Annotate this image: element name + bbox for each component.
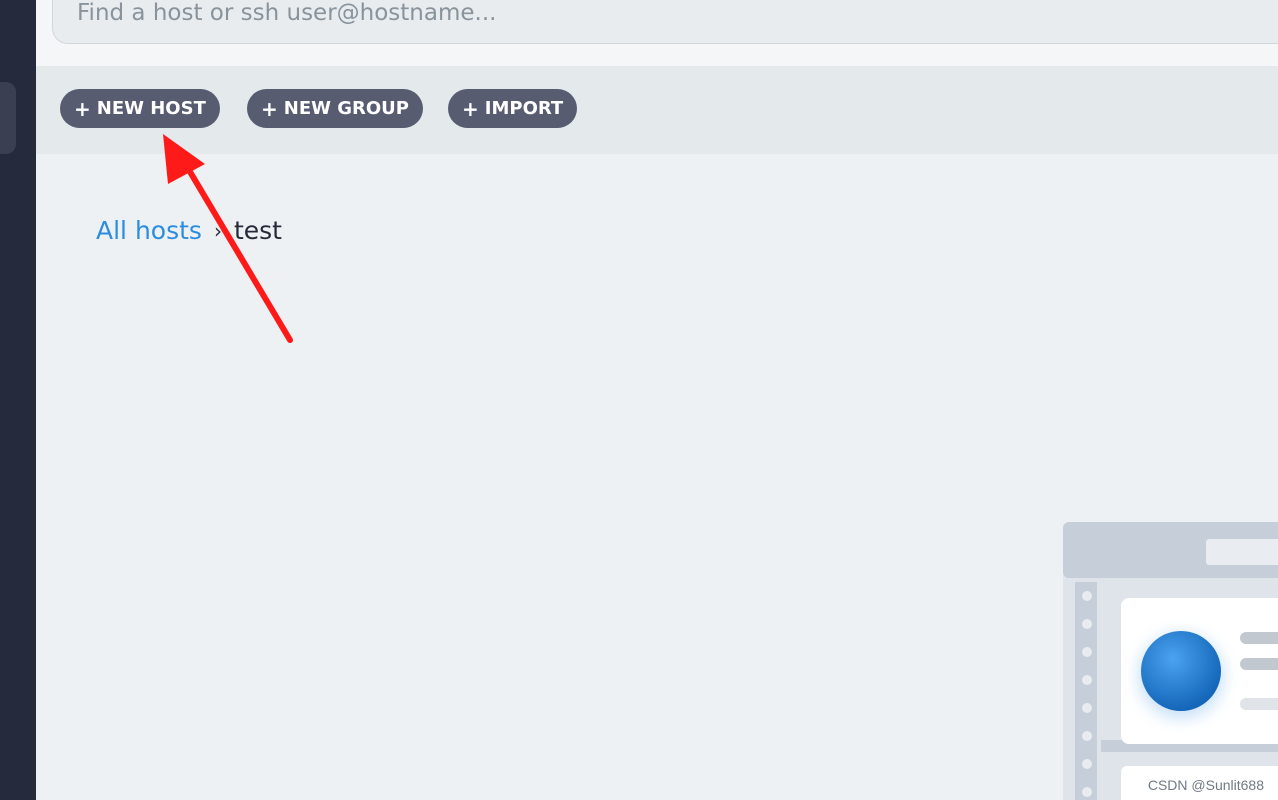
breadcrumb: All hosts › test <box>96 216 282 245</box>
sidebar-active-tab[interactable] <box>0 82 16 154</box>
breadcrumb-all-hosts[interactable]: All hosts <box>96 216 202 245</box>
new-group-button[interactable]: + NEW GROUP <box>247 89 423 128</box>
search-input[interactable] <box>75 0 979 29</box>
import-label: IMPORT <box>484 98 564 119</box>
search-input-box[interactable] <box>52 0 1278 44</box>
new-group-label: NEW GROUP <box>283 98 409 119</box>
plus-icon: + <box>261 96 278 121</box>
breadcrumb-separator: › <box>213 218 222 243</box>
breadcrumb-current: test <box>233 216 282 245</box>
watermark: CSDN @Sunlit688 <box>1147 777 1264 793</box>
sidebar <box>0 0 36 800</box>
plus-icon: + <box>74 96 91 121</box>
import-button[interactable]: + IMPORT <box>448 89 578 128</box>
search-bar <box>36 0 1278 66</box>
plus-icon: + <box>462 96 479 121</box>
empty-state-illustration <box>1063 522 1278 800</box>
new-host-button[interactable]: + NEW HOST <box>60 89 220 128</box>
toolbar: + NEW HOST + NEW GROUP + IMPORT <box>36 66 1278 154</box>
new-host-label: NEW HOST <box>96 98 206 119</box>
